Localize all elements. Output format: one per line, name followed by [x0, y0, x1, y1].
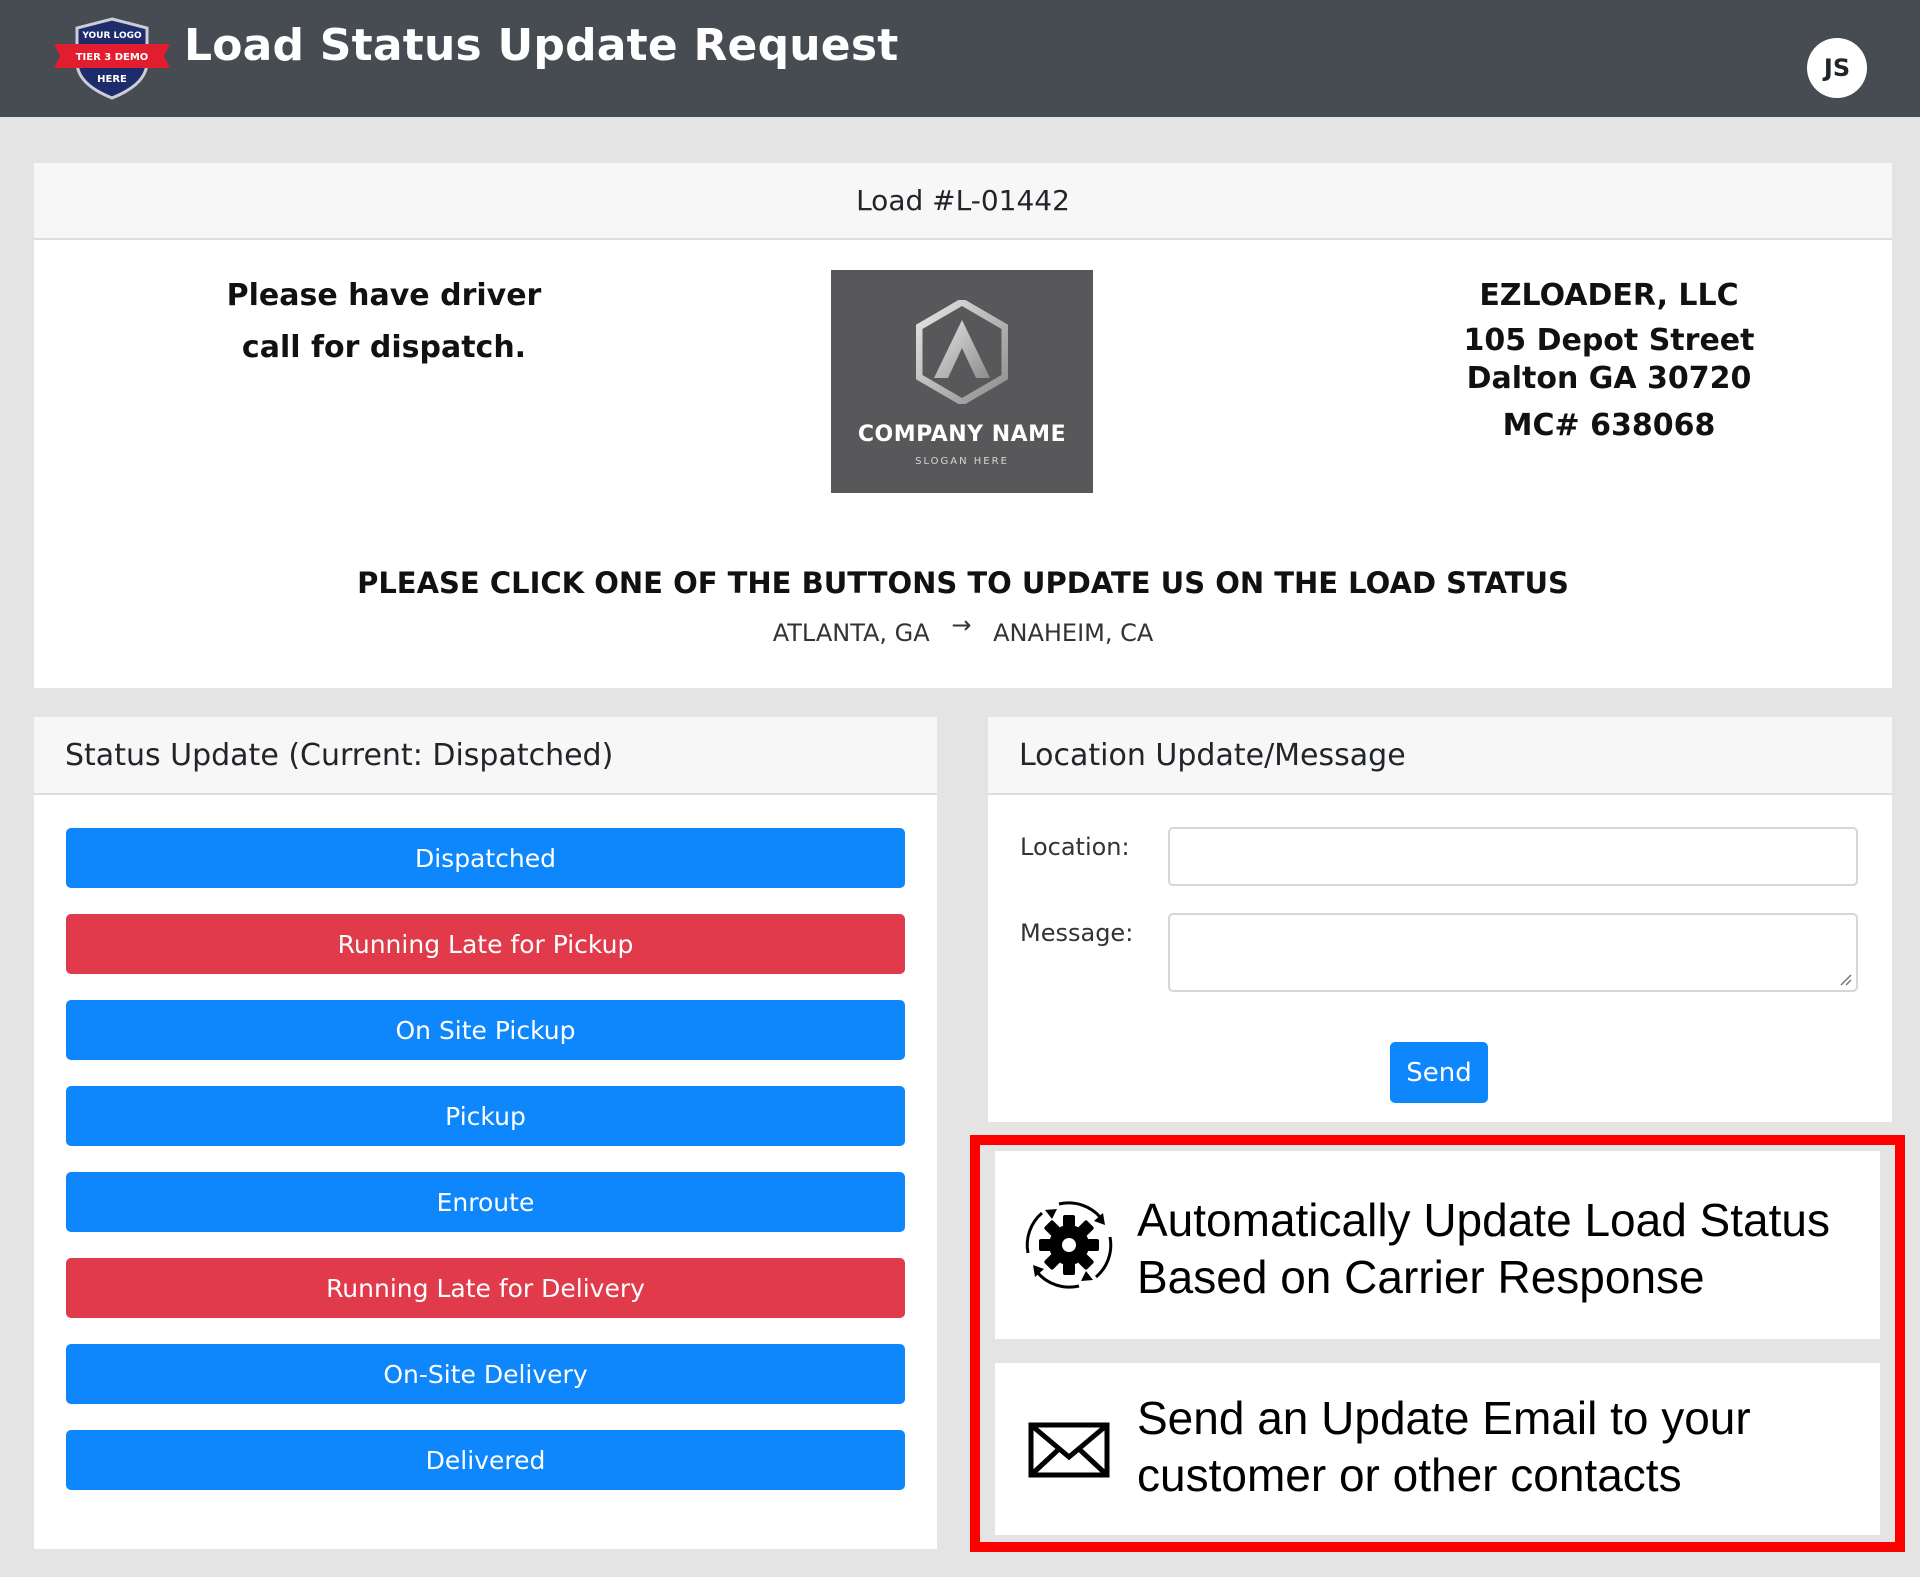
- location-update-card: Location Update/Message Location: Messag…: [988, 717, 1892, 1122]
- company-logo: COMPANY NAME SLOGAN HERE: [831, 270, 1093, 493]
- svg-text:HERE: HERE: [97, 74, 127, 85]
- status-button-delivered[interactable]: Delivered: [66, 1430, 905, 1490]
- carrier-name: EZLOADER, LLC: [1479, 278, 1739, 313]
- top-navbar: YOUR LOGO TIER 3 DEMO HERE Load Status U…: [0, 0, 1920, 117]
- svg-text:YOUR LOGO: YOUR LOGO: [81, 31, 142, 41]
- status-update-header: Status Update (Current: Dispatched): [34, 717, 937, 795]
- company-name: COMPANY NAME: [857, 422, 1067, 447]
- company-hexagon-icon: [916, 300, 1008, 404]
- feature-auto-update: Automatically Update Load Status Based o…: [995, 1151, 1880, 1339]
- page-title: Load Status Update Request: [184, 20, 899, 71]
- feature-send-email-line2: customer or other contacts: [1137, 1449, 1682, 1501]
- load-info-card: Load #L-01442 Please have driver call fo…: [34, 163, 1892, 688]
- status-update-card: Status Update (Current: Dispatched) Disp…: [34, 717, 937, 1549]
- carrier-mc-number: MC# 638068: [1502, 408, 1716, 443]
- driver-note-line2: call for dispatch.: [241, 330, 527, 365]
- driver-note-line1: Please have driver: [226, 278, 542, 313]
- location-label: Location:: [1020, 833, 1130, 861]
- instruction-text: PLEASE CLICK ONE OF THE BUTTONS TO UPDAT…: [357, 566, 1569, 600]
- carrier-address-line2: Dalton GA 30720: [1466, 361, 1752, 396]
- arrow-right-icon: →: [951, 611, 972, 639]
- status-button-dispatched[interactable]: Dispatched: [66, 828, 905, 888]
- status-button-running-late-pickup[interactable]: Running Late for Pickup: [66, 914, 905, 974]
- status-button-enroute[interactable]: Enroute: [66, 1172, 905, 1232]
- carrier-address-line1: 105 Depot Street: [1463, 323, 1755, 358]
- message-textarea[interactable]: [1168, 913, 1858, 992]
- location-input[interactable]: [1168, 827, 1858, 886]
- resize-grip-icon[interactable]: [1838, 972, 1852, 986]
- load-number-header: Load #L-01442: [34, 163, 1892, 240]
- feature-send-email: Send an Update Email to your customer or…: [995, 1363, 1880, 1535]
- send-button[interactable]: Send: [1390, 1042, 1488, 1103]
- status-button-running-late-delivery[interactable]: Running Late for Delivery: [66, 1258, 905, 1318]
- envelope-icon: [1028, 1422, 1110, 1478]
- route-destination: ANAHEIM, CA: [993, 619, 1154, 647]
- status-button-on-site-pickup[interactable]: On Site Pickup: [66, 1000, 905, 1060]
- feature-send-email-line1: Send an Update Email to your: [1137, 1392, 1751, 1444]
- svg-text:TIER 3 DEMO: TIER 3 DEMO: [76, 52, 149, 63]
- location-update-header: Location Update/Message: [988, 717, 1892, 795]
- route: ATLANTA, GA → ANAHEIM, CA: [34, 611, 1892, 647]
- brand-logo[interactable]: YOUR LOGO TIER 3 DEMO HERE: [52, 16, 172, 100]
- user-avatar[interactable]: JS: [1807, 38, 1867, 98]
- company-slogan: SLOGAN HERE: [915, 456, 1009, 467]
- driver-note: Please have driver call for dispatch.: [184, 270, 584, 374]
- status-button-on-site-delivery[interactable]: On-Site Delivery: [66, 1344, 905, 1404]
- route-origin: ATLANTA, GA: [772, 619, 930, 647]
- status-button-pickup[interactable]: Pickup: [66, 1086, 905, 1146]
- feature-send-email-text: Send an Update Email to your customer or…: [1137, 1390, 1877, 1504]
- gear-sync-icon: [1025, 1201, 1113, 1289]
- feature-callout: Automatically Update Load Status Based o…: [970, 1135, 1905, 1552]
- carrier-info: EZLOADER, LLC 105 Depot Street Dalton GA…: [1324, 270, 1894, 452]
- feature-auto-update-text: Automatically Update Load Status Based o…: [1137, 1192, 1877, 1306]
- feature-auto-update-line2: Based on Carrier Response: [1137, 1251, 1705, 1303]
- message-label: Message:: [1020, 919, 1134, 947]
- feature-auto-update-line1: Automatically Update Load Status: [1137, 1194, 1830, 1246]
